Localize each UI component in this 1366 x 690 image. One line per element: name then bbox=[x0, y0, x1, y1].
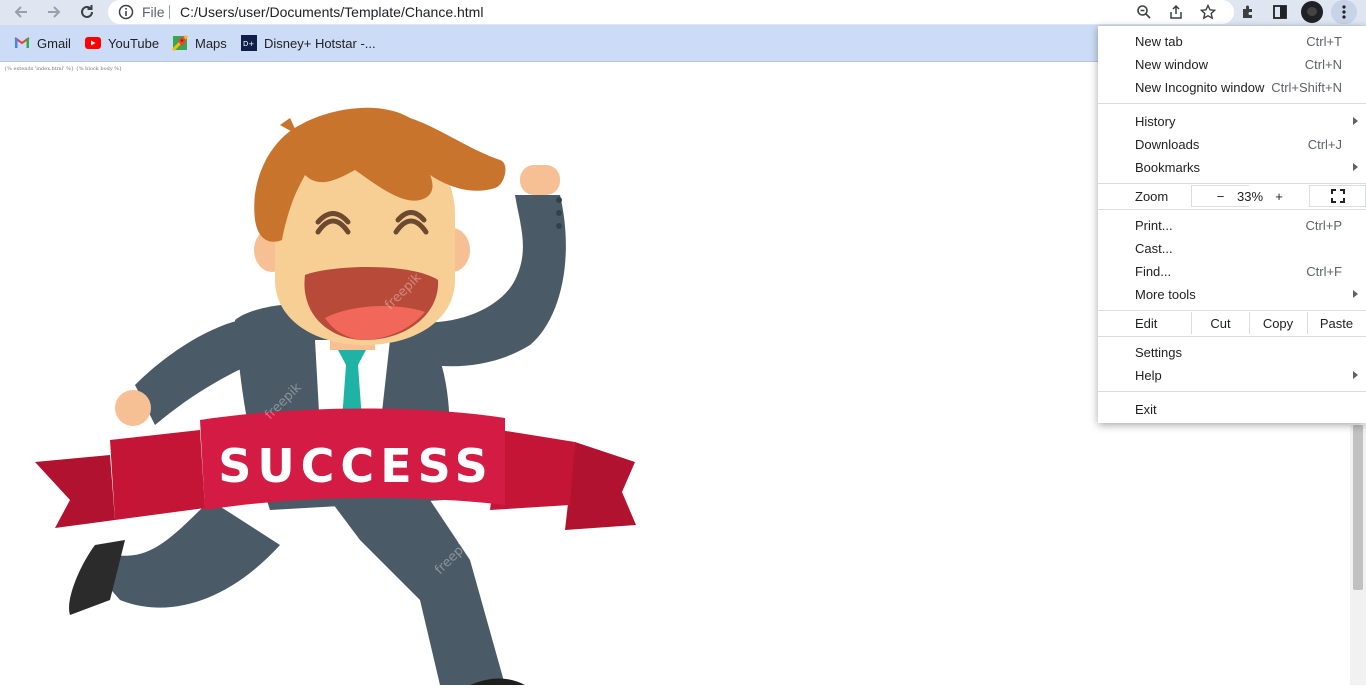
bookmark-gmail[interactable]: Gmail bbox=[14, 33, 71, 53]
more-menu-icon[interactable] bbox=[1331, 0, 1357, 24]
cut-label: Cut bbox=[1210, 315, 1231, 331]
browser-toolbar: File C:/Users/user/Documents/Template/Ch… bbox=[0, 0, 1366, 25]
bookmark-hotstar[interactable]: D+ Disney+ Hotstar -... bbox=[241, 33, 376, 53]
menu-shortcut: Ctrl+J bbox=[1307, 136, 1342, 152]
arrow-right-icon[interactable] bbox=[42, 1, 66, 23]
url-text[interactable]: C:/Users/user/Documents/Template/Chance.… bbox=[180, 4, 483, 20]
edit-row: Edit Cut Copy Paste bbox=[1098, 312, 1366, 336]
zoom-label: Zoom bbox=[1135, 189, 1169, 204]
menu-item-settings[interactable]: Settings bbox=[1098, 341, 1366, 363]
star-icon[interactable] bbox=[1196, 1, 1220, 23]
menu-item-exit[interactable]: Exit bbox=[1098, 398, 1366, 420]
bookmark-youtube[interactable]: YouTube bbox=[85, 33, 159, 53]
fullscreen-icon bbox=[1330, 189, 1345, 203]
menu-item-new-tab[interactable]: New tab Ctrl+T bbox=[1098, 30, 1366, 52]
browser-menu: New tab Ctrl+T New window Ctrl+N New Inc… bbox=[1098, 26, 1366, 423]
scrollbar-thumb[interactable] bbox=[1353, 425, 1363, 590]
menu-shortcut: Ctrl+T bbox=[1306, 33, 1342, 49]
menu-item-cast[interactable]: Cast... bbox=[1098, 237, 1366, 259]
paste-label: Paste bbox=[1319, 315, 1354, 331]
menu-label: New window bbox=[1135, 56, 1208, 72]
edit-label: Edit bbox=[1135, 316, 1158, 331]
bookmark-label: Gmail bbox=[37, 35, 71, 51]
submenu-arrow-icon bbox=[1353, 117, 1358, 125]
menu-divider bbox=[1098, 310, 1366, 311]
hotstar-icon: D+ bbox=[241, 35, 257, 51]
arrow-left-icon[interactable] bbox=[9, 1, 33, 23]
menu-label: History bbox=[1135, 113, 1176, 129]
info-icon[interactable] bbox=[118, 4, 134, 25]
menu-item-incognito[interactable]: New Incognito window Ctrl+Shift+N bbox=[1098, 76, 1366, 98]
menu-divider bbox=[1098, 103, 1366, 104]
share-icon[interactable] bbox=[1164, 1, 1188, 23]
menu-label: New Incognito window bbox=[1135, 79, 1265, 95]
scheme-label: File bbox=[142, 4, 165, 20]
menu-item-downloads[interactable]: Downloads Ctrl+J bbox=[1098, 133, 1366, 155]
bookmark-label: YouTube bbox=[108, 35, 160, 51]
menu-label: Bookmarks bbox=[1135, 159, 1201, 175]
watermark-text: freepik bbox=[172, 290, 215, 333]
menu-divider bbox=[1098, 391, 1366, 392]
success-illustration: SUCCESS freepik freepik freepik freepik bbox=[0, 62, 1096, 685]
zoom-in-label: + bbox=[1275, 188, 1283, 204]
bookmark-maps[interactable]: Maps bbox=[172, 33, 227, 53]
maps-icon bbox=[172, 35, 188, 51]
menu-item-print[interactable]: Print... Ctrl+P bbox=[1098, 214, 1366, 236]
menu-label: New tab bbox=[1135, 33, 1183, 49]
profile-avatar[interactable] bbox=[1301, 1, 1323, 23]
menu-label: Exit bbox=[1135, 401, 1157, 417]
submenu-arrow-icon bbox=[1353, 163, 1358, 171]
address-bar[interactable]: File C:/Users/user/Documents/Template/Ch… bbox=[108, 0, 1234, 24]
menu-label: Help bbox=[1135, 367, 1162, 383]
copy-label: Copy bbox=[1262, 315, 1294, 331]
menu-label: Downloads bbox=[1135, 136, 1200, 152]
menu-item-new-window[interactable]: New window Ctrl+N bbox=[1098, 53, 1366, 75]
menu-label: Find... bbox=[1135, 263, 1172, 279]
cut-button[interactable]: Cut bbox=[1191, 312, 1250, 334]
bookmark-label: Disney+ Hotstar -... bbox=[264, 35, 376, 51]
menu-divider bbox=[1098, 209, 1366, 210]
menu-shortcut: Ctrl+F bbox=[1306, 263, 1342, 279]
paste-button[interactable]: Paste bbox=[1307, 312, 1366, 334]
menu-item-help[interactable]: Help bbox=[1098, 364, 1366, 386]
zoom-lens-icon[interactable] bbox=[1132, 1, 1156, 23]
fullscreen-button[interactable] bbox=[1309, 185, 1366, 207]
menu-item-bookmarks[interactable]: Bookmarks bbox=[1098, 156, 1366, 178]
side-panel-icon[interactable] bbox=[1268, 1, 1292, 23]
omnibox-divider bbox=[169, 5, 170, 19]
copy-button[interactable]: Copy bbox=[1249, 312, 1308, 334]
page-scrollbar[interactable] bbox=[1350, 425, 1366, 685]
extensions-icon[interactable] bbox=[1236, 1, 1260, 23]
menu-item-history[interactable]: History bbox=[1098, 110, 1366, 132]
menu-divider bbox=[1098, 183, 1366, 184]
menu-shortcut: Ctrl+Shift+N bbox=[1271, 79, 1342, 95]
menu-item-find[interactable]: Find... Ctrl+F bbox=[1098, 260, 1366, 282]
menu-label: Print... bbox=[1135, 217, 1173, 233]
submenu-arrow-icon bbox=[1353, 371, 1358, 379]
submenu-arrow-icon bbox=[1353, 290, 1358, 298]
menu-shortcut: Ctrl+N bbox=[1304, 56, 1342, 72]
menu-label: More tools bbox=[1135, 286, 1196, 302]
menu-divider bbox=[1098, 336, 1366, 337]
menu-label: Settings bbox=[1135, 344, 1182, 360]
youtube-icon bbox=[85, 35, 101, 51]
banner-text: SUCCESS bbox=[218, 439, 494, 493]
zoom-in-button[interactable]: + bbox=[1251, 185, 1309, 207]
bookmark-label: Maps bbox=[195, 35, 227, 51]
reload-icon[interactable] bbox=[75, 1, 99, 23]
zoom-row: Zoom − 33% + bbox=[1098, 185, 1366, 209]
menu-label: Cast... bbox=[1135, 240, 1173, 256]
gmail-icon bbox=[14, 35, 30, 51]
svg-text:D+: D+ bbox=[243, 40, 254, 48]
menu-shortcut: Ctrl+P bbox=[1305, 217, 1342, 233]
menu-item-more-tools[interactable]: More tools bbox=[1098, 283, 1366, 305]
